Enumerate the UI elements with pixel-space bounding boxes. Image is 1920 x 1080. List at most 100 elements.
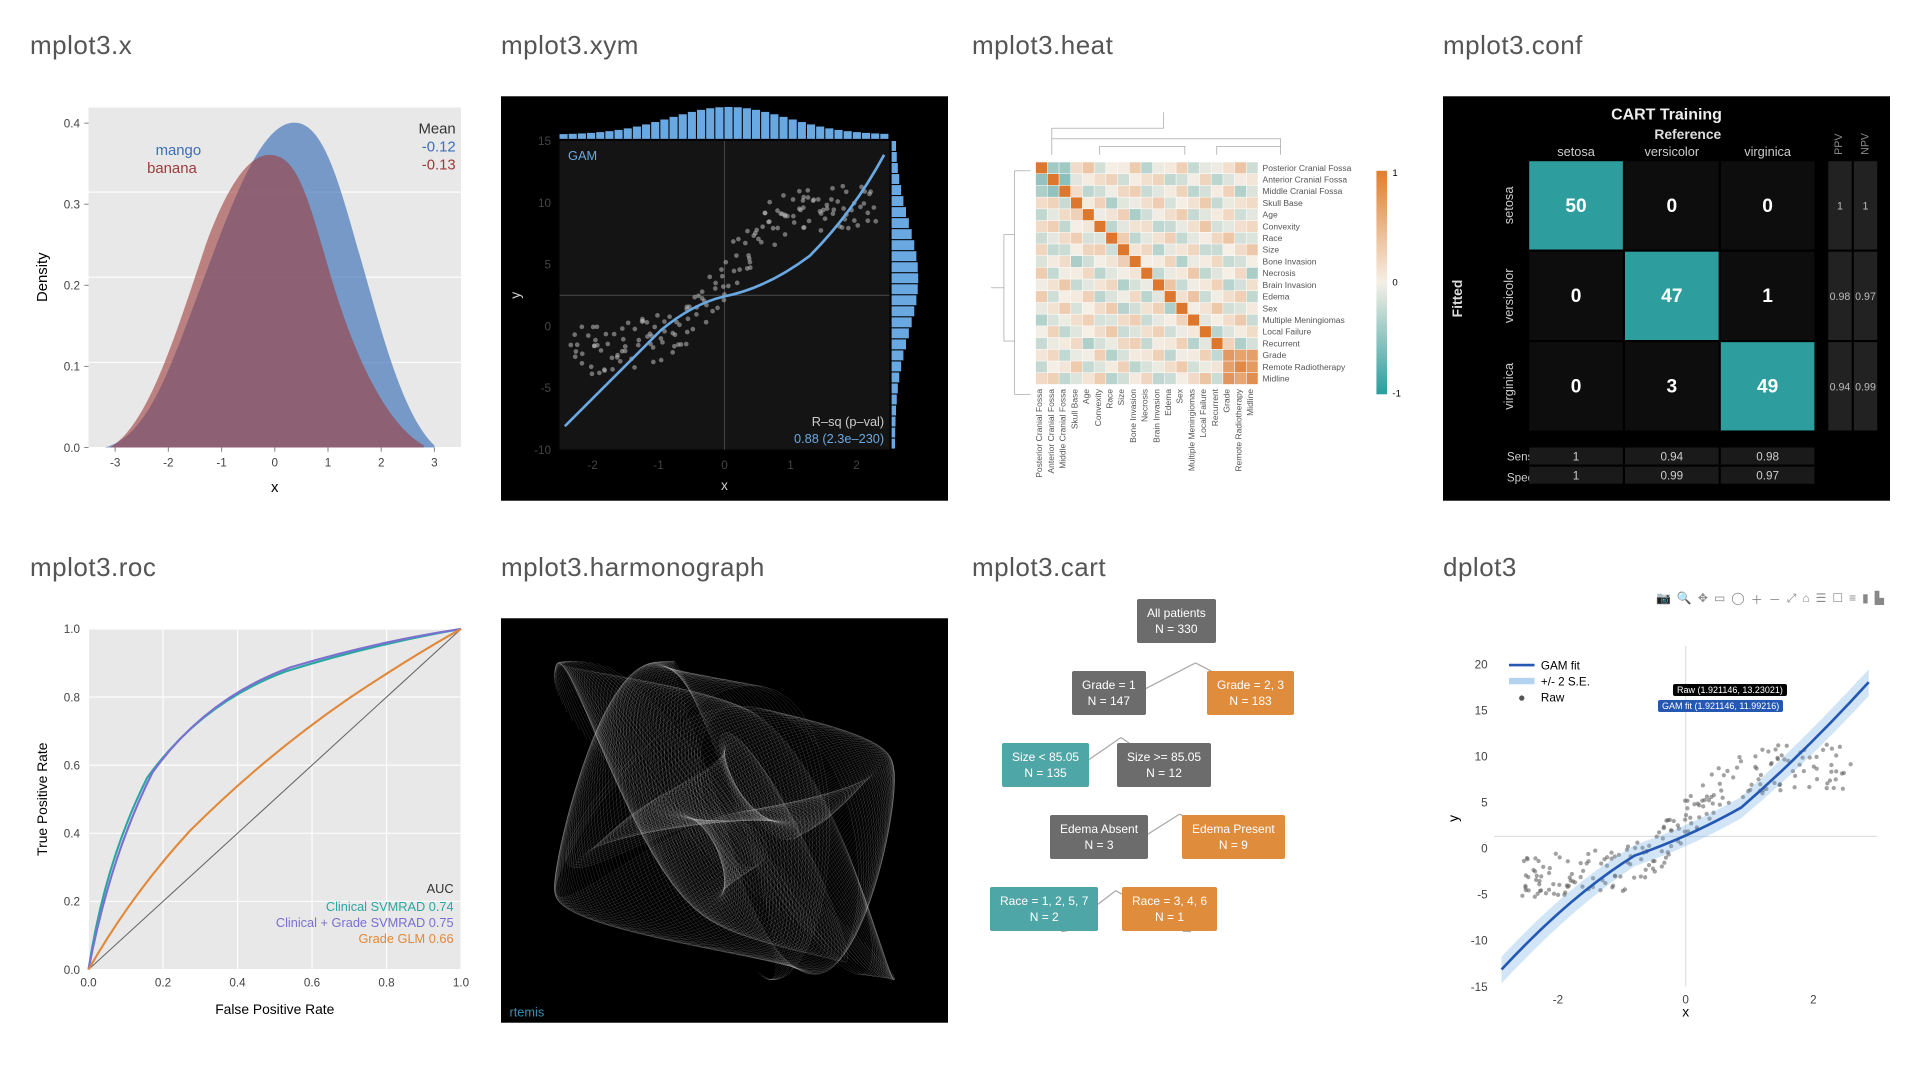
chart-density: mango banana Mean -0.12 -0.13 -3-2-10123… xyxy=(30,69,477,528)
legend-se: +/- 2 S.E. xyxy=(1541,675,1590,688)
node-size-ge: Size >= 85.05N = 12 xyxy=(1117,743,1211,787)
svg-text:Convexity: Convexity xyxy=(1093,388,1103,426)
spike-icon[interactable]: ☰ xyxy=(1816,591,1827,608)
cb-max: 1 xyxy=(1392,168,1397,179)
svg-text:0.6: 0.6 xyxy=(64,759,80,772)
conf-title: CART Training xyxy=(1611,107,1722,124)
svg-text:1: 1 xyxy=(1863,201,1869,213)
svg-text:Midline: Midline xyxy=(1245,389,1255,416)
hover-compare-icon[interactable]: ≡ xyxy=(1849,591,1856,608)
zoom-out-icon[interactable]: － xyxy=(1769,591,1781,608)
y-axis-density: 0.00.10.20.30.4 xyxy=(64,117,89,454)
svg-text:Size: Size xyxy=(1116,389,1126,406)
svg-text:2: 2 xyxy=(1810,994,1817,1007)
panel-heat: mplot3.heat Posterior Cranial FossaAnter… xyxy=(972,30,1419,528)
svg-text:50: 50 xyxy=(1565,196,1586,217)
svg-text:Posterior Cranial Fossa: Posterior Cranial Fossa xyxy=(1263,163,1352,173)
svg-text:0.4: 0.4 xyxy=(64,828,81,841)
tooltip-raw: Raw (1.921146, 13.23021) xyxy=(1673,684,1787,696)
ylabel-density: Density xyxy=(35,252,51,302)
svg-text:-5: -5 xyxy=(1477,889,1488,902)
svg-text:-1: -1 xyxy=(653,459,663,472)
svg-text:Multiple Meningiomas: Multiple Meningiomas xyxy=(1186,389,1196,471)
svg-text:Edema: Edema xyxy=(1263,292,1290,302)
svg-text:Clinical SVMRAD 0.74: Clinical SVMRAD 0.74 xyxy=(326,899,454,914)
mean-label: Mean xyxy=(418,122,455,138)
svg-text:0: 0 xyxy=(1481,843,1488,856)
svg-text:0.0: 0.0 xyxy=(80,977,97,990)
svg-text:Grade: Grade xyxy=(1263,350,1287,360)
svg-text:Necrosis: Necrosis xyxy=(1140,389,1150,422)
panel-cart: mplot3.cart All patientsN = 330 Grade = … xyxy=(972,552,1419,1050)
zoom-in-icon[interactable]: ＋ xyxy=(1751,591,1763,608)
svg-text:Bone Invasion: Bone Invasion xyxy=(1263,256,1317,266)
svg-text:1: 1 xyxy=(787,459,794,472)
svg-text:Multiple Meningiomas: Multiple Meningiomas xyxy=(1263,315,1345,325)
reset-icon[interactable]: ⌂ xyxy=(1802,591,1809,608)
svg-text:-1: -1 xyxy=(216,457,226,470)
svg-text:Clinical + Grade SVMRAD 0.75: Clinical + Grade SVMRAD 0.75 xyxy=(276,915,454,930)
svg-text:Race: Race xyxy=(1263,233,1283,243)
svg-text:Age: Age xyxy=(1263,210,1278,220)
zoom-icon[interactable]: 🔍 xyxy=(1677,591,1692,608)
svg-text:Grade GLM 0.66: Grade GLM 0.66 xyxy=(358,931,453,946)
svg-text:versicolor: versicolor xyxy=(1501,268,1516,323)
svg-text:Skull Base: Skull Base xyxy=(1263,198,1303,208)
svg-text:-10: -10 xyxy=(534,444,551,457)
svg-text:Posterior Cranial Fossa: Posterior Cranial Fossa xyxy=(1034,389,1044,478)
logo-icon[interactable]: ▮ xyxy=(1862,591,1869,608)
svg-text:Recurrent: Recurrent xyxy=(1210,388,1220,426)
lasso-icon[interactable]: ◯ xyxy=(1731,591,1744,608)
harmono-watermark: rtemis xyxy=(510,1004,545,1019)
chart-roc: AUC Clinical SVMRAD 0.74Clinical + Grade… xyxy=(30,591,477,1050)
ylabel-dplot: y xyxy=(1445,815,1461,822)
panel-harmono: mplot3.harmonograph rtemis xyxy=(501,552,948,1050)
panel-title-dplot: dplot3 xyxy=(1443,552,1890,583)
svg-text:0: 0 xyxy=(1666,196,1677,217)
svg-text:Skull Base: Skull Base xyxy=(1069,389,1079,429)
conf-fit-label: Fitted xyxy=(1449,280,1465,318)
hover-closest-icon[interactable]: ☐ xyxy=(1832,591,1843,608)
svg-text:Size: Size xyxy=(1263,245,1280,255)
svg-text:-10: -10 xyxy=(1471,935,1488,948)
svg-text:0.98: 0.98 xyxy=(1830,291,1851,303)
svg-text:-3: -3 xyxy=(110,457,120,470)
panel-title-harmono: mplot3.harmonograph xyxy=(501,552,948,583)
ylabel-roc: True Positive Rate xyxy=(34,742,50,856)
svg-text:-15: -15 xyxy=(1471,981,1488,994)
toggle-hist-icon[interactable]: ▙ xyxy=(1875,591,1884,608)
svg-text:Remote Radiotherapy: Remote Radiotherapy xyxy=(1263,362,1346,372)
auc-label: AUC xyxy=(427,881,454,896)
svg-text:2: 2 xyxy=(853,459,860,472)
svg-text:Sex: Sex xyxy=(1263,303,1278,313)
svg-text:1: 1 xyxy=(1573,450,1580,463)
heatmap-row-labels: Posterior Cranial FossaAnterior Cranial … xyxy=(1263,163,1352,384)
svg-text:0: 0 xyxy=(1571,377,1582,398)
svg-text:0.8: 0.8 xyxy=(378,977,394,990)
autoscale-icon[interactable]: ⤢ xyxy=(1787,591,1797,608)
panel-density: mplot3.x mango banana Mean -0.12 -0.13 -… xyxy=(30,30,477,528)
svg-text:0.3: 0.3 xyxy=(64,198,80,211)
node-race-b: Race = 3, 4, 6N = 1 xyxy=(1122,887,1217,931)
svg-text:0: 0 xyxy=(721,459,728,472)
select-icon[interactable]: ▭ xyxy=(1714,591,1725,608)
svg-text:Remote Radiotherapy: Remote Radiotherapy xyxy=(1233,388,1243,471)
svg-text:Age: Age xyxy=(1081,389,1091,404)
svg-text:-2: -2 xyxy=(163,457,173,470)
svg-text:setosa: setosa xyxy=(1557,144,1596,159)
panel-title-roc: mplot3.roc xyxy=(30,552,477,583)
svg-text:3: 3 xyxy=(1666,377,1677,398)
plotly-toolbar: 📷 🔍 ✥ ▭ ◯ ＋ － ⤢ ⌂ ☰ ☐ ≡ ▮ ▙ xyxy=(1443,591,1890,608)
pan-icon[interactable]: ✥ xyxy=(1698,591,1708,608)
svg-text:0.8: 0.8 xyxy=(64,691,80,704)
svg-text:0.2: 0.2 xyxy=(64,280,80,293)
chart-heat: Posterior Cranial FossaAnterior Cranial … xyxy=(972,69,1419,528)
rsq-value: 0.88 (2.3e–230) xyxy=(794,431,884,446)
camera-icon[interactable]: 📷 xyxy=(1656,591,1671,608)
colorbar xyxy=(1376,171,1387,395)
dendrogram-top xyxy=(1052,112,1281,155)
svg-text:versicolor: versicolor xyxy=(1645,144,1700,159)
legend-mango: mango xyxy=(156,143,202,159)
svg-text:Bone Invasion: Bone Invasion xyxy=(1128,389,1138,443)
svg-text:0.0: 0.0 xyxy=(64,442,81,455)
